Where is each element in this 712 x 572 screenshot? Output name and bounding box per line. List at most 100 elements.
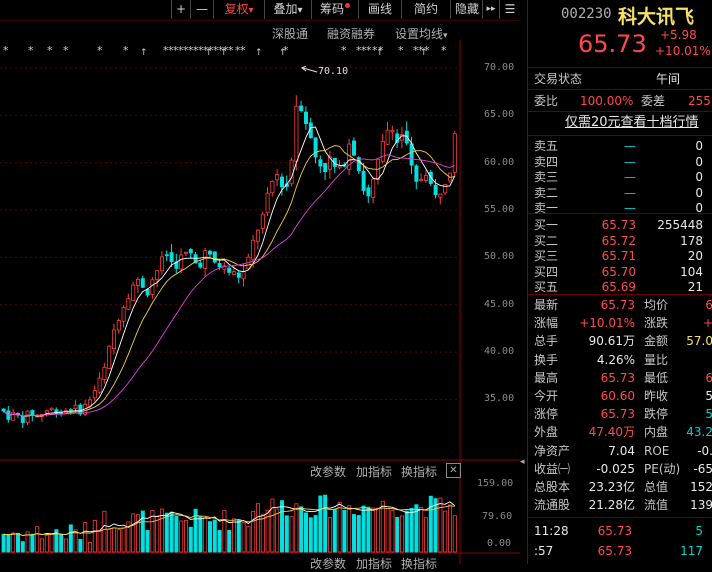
volume-bar: [347, 505, 352, 553]
candle-body: [183, 251, 188, 254]
volume-bar: [395, 517, 400, 553]
stat-value-2: 57.0: [686, 334, 712, 349]
volume-bar: [169, 511, 174, 553]
candle-body: [150, 279, 155, 295]
volume-bar: [332, 508, 337, 553]
volume-bar: [342, 509, 347, 553]
candle-body: [318, 159, 323, 167]
event-arrow-icon: ↑: [420, 48, 428, 58]
volume-bar: [102, 510, 107, 553]
stat-label-2: 跌停: [644, 407, 669, 422]
volume-bar: [294, 503, 299, 553]
candle-body: [299, 105, 304, 112]
price-change-pct: +10.01%: [655, 44, 711, 58]
candle-body: [140, 278, 145, 288]
candle-body: [265, 192, 270, 214]
ask-row[interactable]: 卖一 — 0: [528, 199, 712, 217]
divider: [528, 294, 712, 295]
volume-bar: [30, 533, 35, 553]
stock-name: 科大讯飞: [618, 6, 695, 28]
weicha-label: 委差: [641, 94, 666, 108]
volume-bar: [337, 501, 342, 553]
volume-bar: [97, 530, 102, 553]
candle-body: [351, 140, 356, 156]
divider: [528, 111, 712, 112]
stat-label-2: 金额: [644, 334, 669, 349]
volume-bar: [20, 541, 25, 553]
volume-bar: [443, 510, 448, 553]
candle-body: [255, 229, 260, 242]
divider: [528, 517, 712, 518]
candle-body: [231, 271, 236, 275]
volume-axis-zero: 0.00: [487, 538, 512, 549]
price-change: +5.98: [660, 28, 697, 42]
stat-row: 最新 65.73 均价 6: [528, 296, 712, 314]
jiazhibiao-link[interactable]: 加指标: [356, 463, 392, 480]
trade-state-row: 交易状态 午间: [528, 70, 712, 88]
collapse-handle-icon[interactable]: ◂: [520, 452, 527, 472]
candle-body: [217, 263, 222, 268]
promo-link[interactable]: 仅需20元查看十档行情: [565, 114, 712, 132]
stat-label: 收益㈠: [534, 461, 571, 476]
candle-body: [323, 163, 328, 173]
candlesticks: [1, 95, 457, 428]
candle-body: [313, 137, 318, 158]
huanzhibiao-link[interactable]: 换指标: [401, 463, 437, 480]
stat-row: 收益㈠ -0.025 PE(动) -65: [528, 460, 712, 478]
stat-value-2: 152: [690, 480, 712, 494]
stat-value-2: 139: [690, 498, 712, 513]
volume-bar: [40, 538, 45, 553]
volume-bar: [433, 498, 438, 553]
stat-value: 65.73: [600, 298, 635, 312]
volume-bar: [452, 515, 457, 553]
stat-label-2: PE(动): [644, 461, 681, 476]
candle-body: [212, 251, 217, 263]
candle-body: [102, 366, 107, 380]
event-arrow-icon: ↑: [220, 48, 228, 58]
volume-bar: [164, 512, 169, 553]
price-axis-label: 65.00: [484, 109, 515, 121]
volume-bar: [356, 515, 361, 553]
volume-bar: [447, 504, 452, 553]
stat-label: 最新: [534, 298, 559, 312]
stat-value: 65.73: [600, 370, 635, 385]
stat-value-2: 43.2: [686, 425, 712, 440]
volume-bar: [112, 527, 117, 553]
volume-bar: [351, 514, 356, 553]
quote-panel: 002230 科大讯飞 65.73 +5.98 +10.01% 交易状态 午间 …: [527, 0, 712, 564]
gaicanshu-link[interactable]: 改参数: [310, 463, 346, 480]
stat-label-2: 流值: [644, 498, 669, 513]
volume-bar: [318, 495, 323, 553]
stat-label-2: 量比: [644, 352, 669, 367]
stat-label-2: 最低: [644, 370, 669, 385]
stat-label: 涨幅: [534, 316, 559, 331]
price-axis-label: 40.00: [484, 346, 515, 358]
volume-bar: [64, 538, 69, 553]
volume-bar: [260, 514, 265, 553]
stat-row: 总手 90.61万 金额 57.0: [528, 332, 712, 350]
event-star-icon: *: [28, 44, 34, 57]
candle-body: [419, 179, 424, 182]
trade-state-value: 午间: [656, 72, 681, 86]
candle-body: [279, 176, 284, 188]
current-price: 65.73: [578, 30, 647, 58]
volume-bar: [15, 532, 20, 553]
volume-bar: [361, 505, 366, 553]
kline-chart[interactable]: * * * * * * * * * * * * * * * * * * * * * * * * * * * * * * * * * *↑ ↑ ↑ ↑ ↑ ↑…: [0, 0, 520, 564]
close-icon[interactable]: ✕: [446, 463, 461, 478]
volume-bar: [246, 525, 251, 553]
candle-body: [361, 170, 366, 191]
candle-body: [260, 213, 265, 229]
volume-bar: [255, 503, 260, 553]
candle-body: [251, 239, 256, 260]
volume-bar: [140, 510, 145, 553]
candle-body: [289, 159, 294, 185]
volume-bar: [251, 511, 256, 553]
event-arrow-icon: ↑: [205, 48, 213, 58]
volume-bar: [327, 516, 332, 553]
volume-bar: [88, 541, 93, 553]
candle-body: [443, 183, 448, 194]
event-star-icon: *: [97, 44, 103, 57]
volume-bar: [279, 500, 284, 553]
tick-volume: 5: [695, 524, 703, 538]
